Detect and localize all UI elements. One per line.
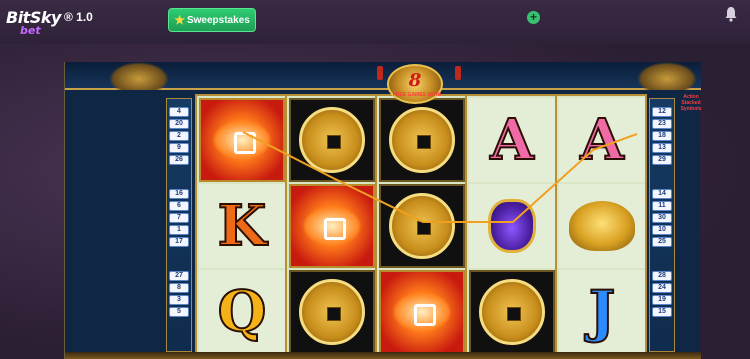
reel-cell — [199, 98, 285, 182]
gold-coin-icon — [389, 107, 455, 173]
lantern-icon — [455, 66, 461, 80]
game-header — [65, 62, 701, 90]
payline-badge-right: 15 — [652, 307, 672, 317]
fortune-coin-icon — [212, 120, 272, 160]
feature-legend: Action Stacked Symbols — [680, 94, 702, 128]
bell-icon[interactable] — [722, 6, 740, 24]
gold-coin-icon — [299, 279, 365, 345]
free-games-medallion: 8 FREE GAMES WON! — [387, 64, 443, 104]
reel-cell: Q — [199, 270, 285, 354]
reel-cell: J — [559, 270, 645, 354]
reel-cell — [379, 184, 465, 268]
payline-badge-right: 24 — [652, 283, 672, 293]
payline-badge-left: 17 — [169, 237, 189, 247]
dragon-right-icon — [637, 62, 697, 90]
reel-cell: A — [559, 98, 645, 182]
letter-a-symbol: A — [579, 106, 624, 174]
payline-badge-left: 8 — [169, 283, 189, 293]
payline-badge-left: 5 — [169, 307, 189, 317]
gold-coin-icon — [389, 193, 455, 259]
reel-cell: K — [199, 184, 285, 268]
payline-badge-left: 7 — [169, 213, 189, 223]
star-icon: ★ — [174, 13, 185, 27]
payline-badge-left: 26 — [169, 155, 189, 165]
letter-j-symbol: J — [588, 278, 616, 346]
reel-1: KQ — [197, 96, 287, 358]
reel-5: AJ — [557, 96, 647, 358]
dragon-left-icon — [109, 62, 169, 90]
payline-badge-right: 19 — [652, 295, 672, 305]
reel-cell — [289, 270, 375, 354]
reel-cell — [379, 98, 465, 182]
brand-sub: bet — [20, 24, 41, 37]
payline-badge-right: 10 — [652, 225, 672, 235]
payline-badge-left: 20 — [169, 119, 189, 129]
payline-badge-right: 11 — [652, 201, 672, 211]
payline-badge-right: 14 — [652, 189, 672, 199]
golden-turtle-icon — [569, 201, 635, 251]
payline-badge-right: 13 — [652, 143, 672, 153]
top-bar: BitSky bet ® 1.0 ★ Sweepstakes + — [0, 0, 750, 44]
payline-badge-left: 4 — [169, 107, 189, 117]
game-bottom-strip — [65, 352, 701, 359]
reel-cell — [289, 184, 375, 268]
payline-badge-left: 27 — [169, 271, 189, 281]
letter-q-symbol: Q — [217, 278, 268, 346]
slot-game[interactable]: 8 FREE GAMES WON! Action Stacked Symbols… — [64, 62, 702, 359]
fortune-coin-icon — [302, 206, 362, 246]
payline-badge-left: 9 — [169, 143, 189, 153]
reel-cell — [469, 184, 555, 268]
payline-badge-right: 18 — [652, 131, 672, 141]
reels-area[interactable]: KQAAJ — [195, 94, 647, 358]
reel-cell — [469, 270, 555, 354]
lantern-icon — [377, 66, 383, 80]
payline-badge-right: 28 — [652, 271, 672, 281]
feature-label: Action Stacked Symbols — [680, 94, 702, 112]
gold-coin-icon — [299, 107, 365, 173]
payline-badge-right: 23 — [652, 119, 672, 129]
payline-badge-right: 29 — [652, 155, 672, 165]
payline-badge-left: 6 — [169, 201, 189, 211]
bitsky-logo[interactable]: BitSky bet ® 1.0 — [6, 8, 96, 38]
letter-a-symbol: A — [489, 106, 534, 174]
version-label: ® 1.0 — [64, 10, 93, 24]
sweepstakes-label: Sweepstakes — [186, 14, 250, 26]
fortune-coin-icon — [392, 292, 452, 332]
payline-badge-right: 12 — [652, 107, 672, 117]
reel-cell — [559, 184, 645, 268]
reel-3 — [377, 96, 467, 358]
gold-coin-icon — [479, 279, 545, 345]
vase-icon — [488, 199, 536, 253]
right-paylines: 12 23 18 13 29 14 11 30 10 25 28 24 19 15 — [649, 98, 675, 352]
reel-4: A — [467, 96, 557, 358]
reel-cell: A — [469, 98, 555, 182]
payline-badge-left: 1 — [169, 225, 189, 235]
free-games-count: 8 — [408, 70, 422, 91]
payline-badge-left: 2 — [169, 131, 189, 141]
reel-2 — [287, 96, 377, 358]
payline-badge-left: 3 — [169, 295, 189, 305]
sweepstakes-button[interactable]: ★ Sweepstakes — [168, 8, 256, 32]
payline-badge-right: 25 — [652, 237, 672, 247]
payline-badge-left: 16 — [169, 189, 189, 199]
free-games-text: FREE GAMES WON! — [392, 92, 442, 98]
reel-cell — [289, 98, 375, 182]
reel-cell — [379, 270, 465, 354]
payline-badge-right: 30 — [652, 213, 672, 223]
letter-k-symbol: K — [217, 192, 268, 260]
plus-icon[interactable]: + — [527, 11, 540, 24]
left-paylines: 4 20 2 9 26 16 6 7 1 17 27 8 3 5 — [166, 98, 192, 352]
